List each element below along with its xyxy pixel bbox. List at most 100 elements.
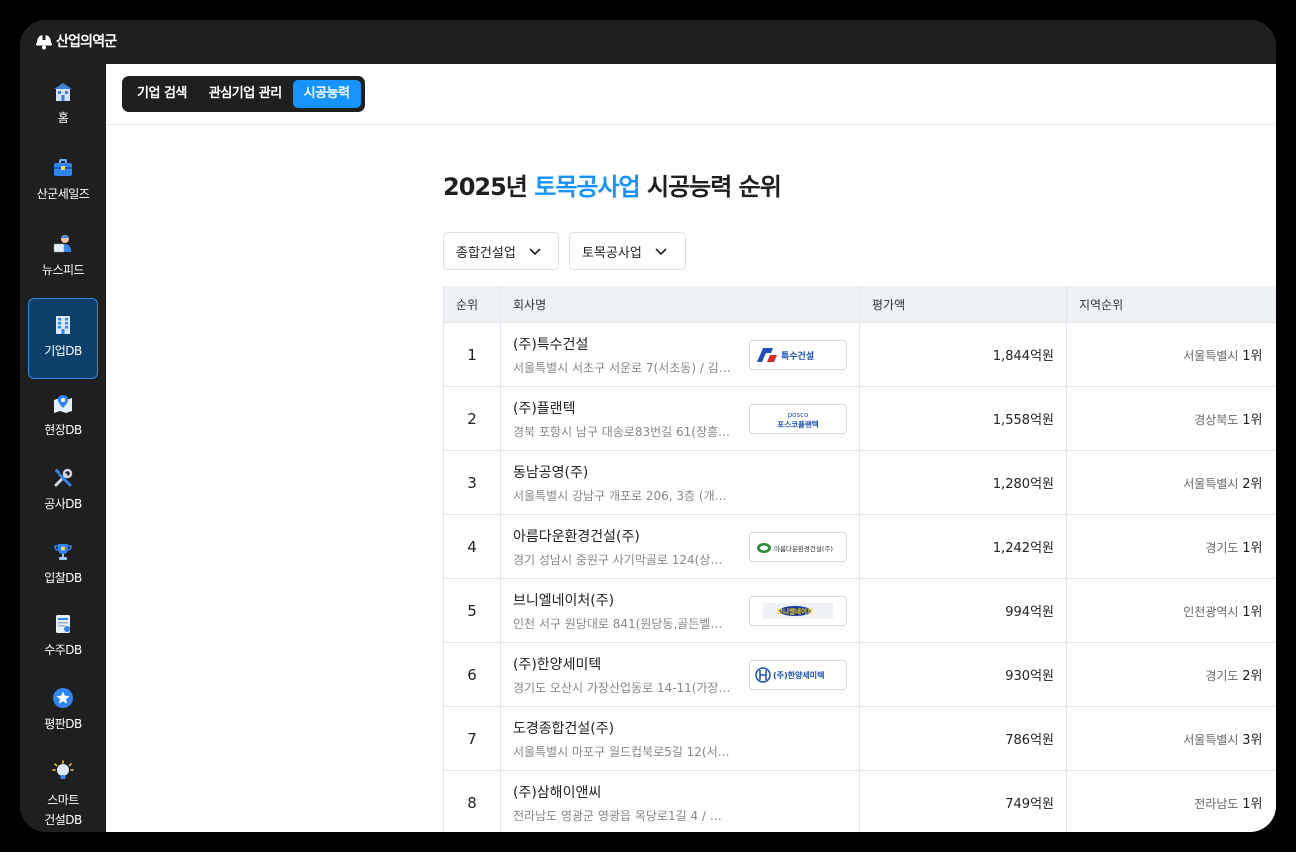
- region-name: 서울특별시: [1183, 349, 1239, 363]
- sidebar-item-site-db[interactable]: 현장DB: [28, 392, 98, 452]
- company-address: 서울특별시 서초구 서운로 7(서초동) / 김…: [513, 360, 731, 375]
- sidebar-item-label: 산군세일즈: [36, 187, 90, 201]
- rank-cell: 4: [443, 514, 501, 579]
- table-row[interactable]: 5 브니엘네이처(주) 인천 서구 원당대로 841(원당동,골든벨프… 브니엘…: [443, 578, 1276, 643]
- tab-watchlist[interactable]: 관심기업 관리: [198, 80, 293, 108]
- table-row[interactable]: 2 (주)플랜텍 경북 포항시 남구 대송로83번길 61(장흥… posco …: [443, 386, 1276, 451]
- company-address: 경북 포항시 남구 대송로83번길 61(장흥…: [513, 424, 731, 439]
- star-badge-icon: [53, 688, 73, 708]
- brand-logo[interactable]: 산업의역군: [35, 30, 117, 52]
- document-icon: [56, 615, 70, 633]
- company-cell: 동남공영(주) 서울특별시 강남구 개포로 206, 3층 (개포…: [500, 450, 860, 515]
- company-cell: 도경종합건설(주) 서울특별시 마포구 월드컵북로5길 12(서…: [500, 706, 860, 771]
- rank-cell: 5: [443, 578, 501, 643]
- svg-text:포스코플랜텍: 포스코플랜텍: [777, 419, 818, 429]
- table-row[interactable]: 8 (주)삼해이앤씨 전라남도 영광군 영광읍 옥당로1길 4 / 정… 749…: [443, 770, 1276, 832]
- svg-text:브니엘네이처: 브니엘네이처: [777, 606, 813, 615]
- sidebar-item-label: 평판DB: [44, 717, 82, 731]
- amount-cell: 1,242억원: [859, 514, 1067, 579]
- sidebar-item-sales[interactable]: 산군세일즈: [28, 156, 98, 216]
- sidebar: 홈 산군세일즈 뉴스피드 기업DB 현장DB 공사DB 입찰DB 수주DB 평판…: [20, 64, 106, 832]
- table-row[interactable]: 7 도경종합건설(주) 서울특별시 마포구 월드컵북로5길 12(서… 786억…: [443, 706, 1276, 771]
- company-address: 서울특별시 강남구 개포로 206, 3층 (개포…: [513, 488, 731, 503]
- main-content: 기업 검색 관심기업 관리 시공능력 2025년 토목공사업 시공능력 순위 종…: [106, 64, 1276, 832]
- region-rank-cell: 서울특별시 1위: [1066, 322, 1276, 387]
- company-address: 서울특별시 마포구 월드컵북로5길 12(서…: [513, 744, 730, 759]
- column-header-company: 회사명: [500, 286, 860, 323]
- rank-cell: 1: [443, 322, 501, 387]
- region-rank: 1위: [1242, 541, 1263, 556]
- region-rank: 3위: [1242, 733, 1263, 748]
- sidebar-item-smart-construction-db[interactable]: 스마트 건설DB: [28, 760, 98, 832]
- office-building-icon: [56, 316, 70, 334]
- tab-construction-capacity[interactable]: 시공능력: [292, 80, 361, 108]
- sidebar-item-label: 입찰DB: [44, 571, 82, 585]
- sidebar-item-home[interactable]: 홈: [28, 80, 98, 140]
- rank-cell: 6: [443, 642, 501, 707]
- tools-icon: [54, 468, 73, 487]
- table-row[interactable]: 4 아름다운환경건설(주) 경기 성남시 중원구 사기막골로 124(상대… 아…: [443, 514, 1276, 579]
- company-cell: (주)삼해이앤씨 전라남도 영광군 영광읍 옥당로1길 4 / 정…: [500, 770, 860, 832]
- company-logo: 브니엘네이처: [749, 595, 847, 626]
- trophy-icon: [54, 544, 72, 560]
- sidebar-item-bid-db[interactable]: 입찰DB: [28, 540, 98, 600]
- svg-text:posco: posco: [788, 411, 809, 419]
- company-logo: 아름다운환경건설(주): [749, 531, 847, 562]
- svg-text:아름다운환경건설(주): 아름다운환경건설(주): [774, 544, 833, 553]
- industry-dropdown[interactable]: 종합건설업: [443, 232, 559, 270]
- company-name[interactable]: 도경종합건설(주): [513, 718, 847, 738]
- region-rank-cell: 경상북도 1위: [1066, 386, 1276, 451]
- sidebar-item-order-db[interactable]: 수주DB: [28, 612, 98, 672]
- title-suffix: 시공능력 순위: [639, 173, 782, 201]
- category-dropdown-value: 토목공사업: [582, 245, 642, 261]
- sidebar-item-label: 현장DB: [44, 423, 82, 437]
- rank-cell: 8: [443, 770, 501, 832]
- region-rank: 1위: [1242, 349, 1263, 364]
- top-bar: 산업의역군: [20, 20, 1276, 64]
- region-name: 경기도: [1205, 541, 1239, 555]
- column-header-region-rank: 지역순위: [1066, 286, 1276, 323]
- region-name: 경상북도: [1194, 413, 1239, 427]
- table-row[interactable]: 1 (주)특수건설 서울특별시 서초구 서운로 7(서초동) / 김… 특수건설…: [443, 322, 1276, 387]
- device-frame: 산업의역군 홈 산군세일즈 뉴스피드 기업DB 현장DB 공사DB 입찰DB 수…: [0, 0, 1296, 852]
- tab-company-search[interactable]: 기업 검색: [126, 80, 198, 108]
- table-row[interactable]: 3 동남공영(주) 서울특별시 강남구 개포로 206, 3층 (개포… 1,2…: [443, 450, 1276, 515]
- chevron-down-icon: [529, 248, 541, 256]
- briefcase-icon: [54, 159, 72, 176]
- region-rank: 1위: [1242, 797, 1263, 812]
- sidebar-item-label: 홈: [57, 111, 69, 125]
- amount-cell: 749억원: [859, 770, 1067, 832]
- tab-group: 기업 검색 관심기업 관리 시공능력: [122, 76, 365, 112]
- helmet-logo-icon: [36, 35, 52, 50]
- region-rank-cell: 인천광역시 1위: [1066, 578, 1276, 643]
- svg-text:(주)한양세미텍: (주)한양세미텍: [773, 670, 824, 680]
- rank-cell: 3: [443, 450, 501, 515]
- lightbulb-icon: [52, 760, 74, 779]
- region-name: 인천광역시: [1183, 605, 1239, 619]
- sidebar-item-label: 스마트: [47, 793, 79, 807]
- region-rank-cell: 서울특별시 3위: [1066, 706, 1276, 771]
- region-rank-cell: 서울특별시 2위: [1066, 450, 1276, 515]
- sidebar-item-reputation-db[interactable]: 평판DB: [28, 686, 98, 746]
- company-cell: (주)플랜텍 경북 포항시 남구 대송로83번길 61(장흥… posco 포스…: [500, 386, 860, 451]
- brand-name: 산업의역군: [56, 34, 117, 50]
- sidebar-item-newsfeed[interactable]: 뉴스피드: [28, 232, 98, 292]
- sidebar-item-construction-db[interactable]: 공사DB: [28, 466, 98, 526]
- company-cell: (주)한양세미텍 경기도 오산시 가장산업동로 14-11(가장… (주)한양세…: [500, 642, 860, 707]
- sidebar-item-label-line2: 건설DB: [44, 813, 82, 827]
- rank-cell: 7: [443, 706, 501, 771]
- company-name[interactable]: (주)삼해이앤씨: [513, 782, 847, 802]
- capacity-ranking-table: 순위 회사명 평가액 지역순위 1 (주)특수건설 서울특별시 서초구 서운로 …: [443, 286, 1276, 832]
- category-dropdown[interactable]: 토목공사업: [569, 232, 686, 270]
- amount-cell: 930억원: [859, 642, 1067, 707]
- table-row[interactable]: 6 (주)한양세미텍 경기도 오산시 가장산업동로 14-11(가장… (주)한…: [443, 642, 1276, 707]
- company-name[interactable]: 동남공영(주): [513, 462, 847, 482]
- amount-cell: 994억원: [859, 578, 1067, 643]
- company-cell: (주)특수건설 서울특별시 서초구 서운로 7(서초동) / 김… 특수건설: [500, 322, 860, 387]
- region-name: 서울특별시: [1183, 733, 1239, 747]
- company-address: 전라남도 영광군 영광읍 옥당로1길 4 / 정…: [513, 808, 731, 823]
- title-prefix: 2025년: [443, 173, 535, 201]
- sidebar-item-company-db[interactable]: 기업DB: [28, 298, 98, 379]
- map-pin-icon: [54, 395, 72, 413]
- app-screen: 산업의역군 홈 산군세일즈 뉴스피드 기업DB 현장DB 공사DB 입찰DB 수…: [20, 20, 1276, 832]
